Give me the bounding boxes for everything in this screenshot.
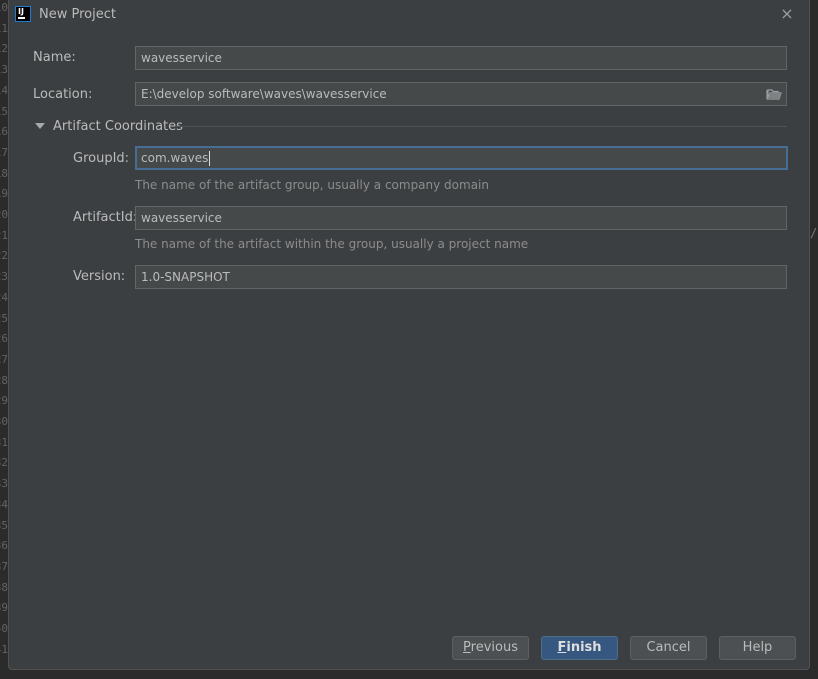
version-label: Version: [73,269,126,284]
line-number: 17 [0,145,8,159]
line-number: 41 [0,642,8,656]
finish-button[interactable]: Finish [541,636,618,660]
groupid-value: com.waves [141,151,209,165]
line-number: 40 [0,622,8,635]
location-input[interactable]: E:\develop software\waves\wavesservice [135,82,787,106]
line-number: 18 [0,166,8,180]
close-icon[interactable]: × [777,4,797,24]
cancel-button[interactable]: Cancel [630,636,707,660]
location-label: Location: [33,87,93,102]
line-number: 29 [0,394,8,408]
line-number: 25 [0,311,8,325]
line-number: 23 [0,270,8,284]
artifactid-label: ArtifactId: [73,210,138,225]
line-number: 30 [0,415,8,428]
line-number: 27 [0,352,8,366]
line-number: 33 [0,477,8,491]
groupid-hint: The name of the artifact group, usually … [135,178,489,192]
new-project-dialog: IJ New Project × Name: wavesservice Loca… [8,0,810,670]
line-number: 31 [0,435,8,449]
dialog-title: New Project [39,7,116,22]
dialog-title-bar[interactable]: IJ New Project × [9,0,809,30]
line-number: 38 [0,580,8,594]
artifact-coordinates-title: Artifact Coordinates [53,119,183,134]
line-number: 14 [0,83,8,97]
line-number: 36 [0,539,8,553]
line-number: 28 [0,373,8,387]
line-number: 35 [0,518,8,532]
line-number: 26 [0,332,8,346]
line-number: 13 [0,63,8,77]
folder-icon[interactable] [766,87,782,101]
editor-line-gutter: 10 11 12 13 14 15 16 17 18 19 20 21 22 23 24 25 26 27 28 29… [0,0,8,679]
section-divider [175,126,787,127]
line-number: 37 [0,559,8,573]
line-number: 34 [0,497,8,511]
version-input[interactable]: 1.0-SNAPSHOT [135,265,787,289]
location-value: E:\develop software\waves\wavesservice [141,87,387,101]
line-number: 16 [0,125,8,139]
groupid-label: GroupId: [73,151,130,166]
artifactid-input[interactable]: wavesservice [135,206,787,230]
groupid-input[interactable]: com.waves [135,146,788,170]
expanded-triangle-icon [35,123,45,129]
line-number: 32 [0,456,8,470]
line-number: 11 [0,21,8,35]
intellij-logo-icon: IJ [15,6,31,22]
line-number: 12 [0,42,8,56]
line-number: 15 [0,104,8,118]
name-label: Name: [33,50,76,65]
line-number: 22 [0,249,8,263]
editor-text-fragment: / [810,226,818,240]
text-caret [209,151,211,166]
line-number: 19 [0,187,8,201]
line-number: 39 [0,601,8,615]
artifactid-hint: The name of the artifact within the grou… [135,237,529,251]
line-number: 21 [0,228,8,242]
previous-button[interactable]: Previous [452,636,529,660]
line-number: 20 [0,208,8,221]
help-button[interactable]: Help [719,636,796,660]
line-number: 10 [0,1,8,14]
name-input[interactable]: wavesservice [135,46,787,70]
line-number: 24 [0,290,8,304]
